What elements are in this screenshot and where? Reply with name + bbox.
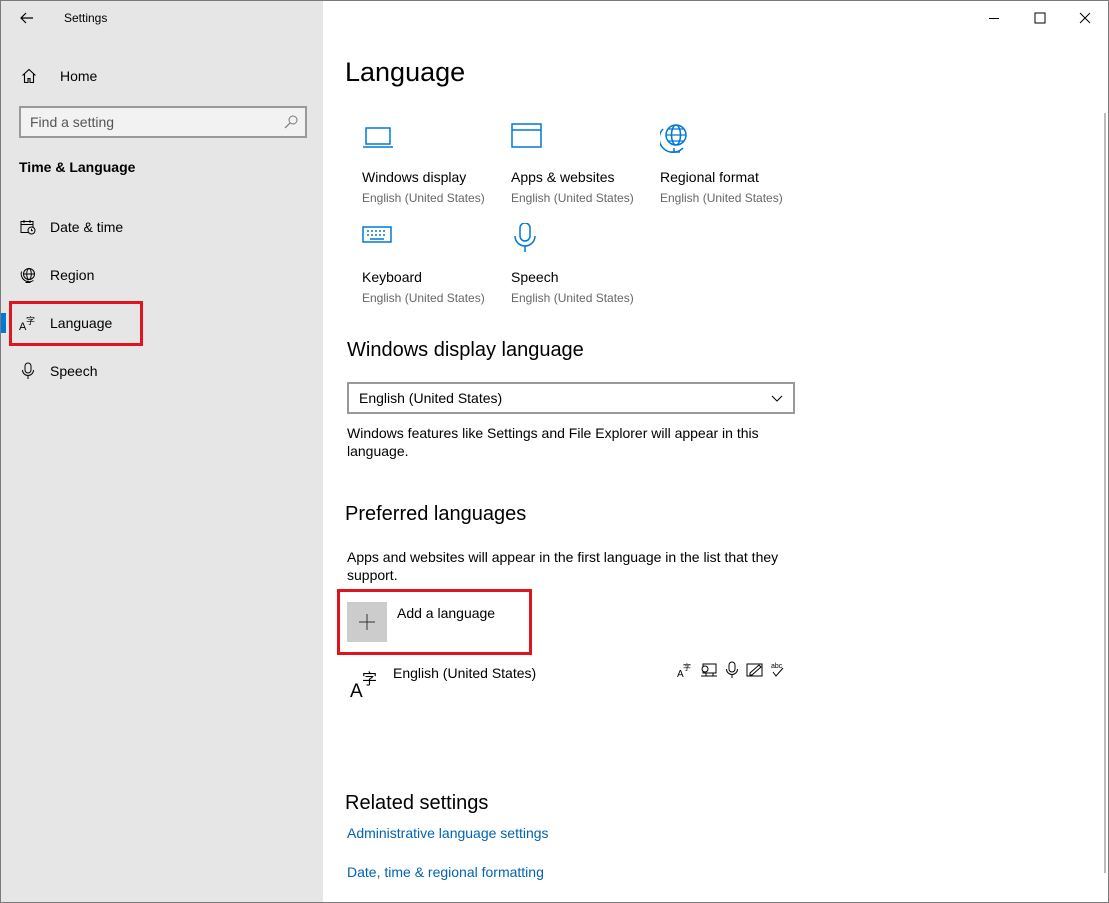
globe-icon	[660, 124, 687, 154]
chevron-down-icon	[771, 395, 783, 402]
sidebar-item-label: Region	[50, 267, 95, 283]
plus-icon	[347, 602, 387, 642]
active-indicator	[1, 313, 6, 333]
microphone-icon	[19, 362, 37, 380]
add-language-label: Add a language	[397, 605, 496, 621]
tile-subtitle: English (United States)	[511, 191, 634, 205]
title-bar: Settings	[1, 1, 323, 35]
tile-windows-display[interactable]: Windows display English (United States)	[362, 123, 502, 213]
section-title: Time & Language	[19, 159, 136, 175]
tile-regional-format[interactable]: Regional format English (United States)	[660, 123, 800, 213]
sidebar: Settings Home Time & Language Date & tim…	[1, 1, 323, 902]
calendar-clock-icon	[19, 218, 37, 236]
tile-apps-websites[interactable]: Apps & websites English (United States)	[511, 123, 651, 213]
language-icon: A 字	[350, 670, 377, 699]
sidebar-item-label: Speech	[50, 363, 98, 379]
tile-subtitle: English (United States)	[660, 191, 783, 205]
page-title: Language	[345, 57, 466, 87]
home-label: Home	[60, 68, 98, 84]
sidebar-item-speech[interactable]: Speech	[1, 351, 323, 391]
handwriting-icon	[746, 663, 763, 677]
dropdown-value: English (United States)	[359, 390, 503, 406]
globe-icon	[19, 266, 37, 284]
search-box[interactable]	[19, 106, 307, 138]
microphone-icon	[514, 223, 536, 252]
sidebar-item-label: Language	[50, 315, 113, 331]
back-button[interactable]	[11, 5, 43, 31]
svg-text:字: 字	[683, 662, 691, 672]
app-title: Settings	[64, 11, 108, 25]
tile-name: Apps & websites	[511, 169, 615, 185]
tile-subtitle: English (United States)	[511, 291, 634, 305]
sidebar-item-region[interactable]: Region	[1, 255, 323, 295]
speech-recognition-icon	[726, 661, 738, 678]
add-language-button[interactable]: Add a language	[347, 602, 527, 642]
keyboard-icon	[362, 226, 392, 243]
sidebar-item-date-time[interactable]: Date & time	[1, 207, 323, 247]
main-content: Language Windows display English (United…	[323, 1, 1108, 902]
tile-speech[interactable]: Speech English (United States)	[511, 223, 651, 313]
feature-glyph: abc	[771, 663, 783, 670]
preferred-languages-description: Apps and websites will appear in the fir…	[347, 549, 779, 583]
display-language-dropdown[interactable]: English (United States)	[347, 382, 795, 414]
admin-language-settings-link[interactable]: Administrative language settings	[347, 825, 549, 841]
scrollbar[interactable]	[1104, 113, 1106, 873]
tile-name: Windows display	[362, 169, 467, 185]
tile-subtitle: English (United States)	[362, 291, 485, 305]
home-icon	[19, 68, 39, 84]
search-input[interactable]	[30, 114, 280, 130]
preferred-languages-heading: Preferred languages	[345, 503, 527, 525]
svg-text:字: 字	[26, 315, 35, 327]
tile-keyboard[interactable]: Keyboard English (United States)	[362, 223, 502, 313]
language-list-item[interactable]: A 字 English (United States) A 字 abc	[345, 661, 795, 705]
window-icon	[511, 123, 542, 148]
tile-name: Speech	[511, 269, 559, 285]
language-name: English (United States)	[393, 665, 537, 681]
tile-subtitle: English (United States)	[362, 191, 485, 205]
text-to-speech-icon	[701, 663, 717, 677]
home-nav-item[interactable]: Home	[11, 61, 311, 91]
back-arrow-icon	[20, 12, 33, 24]
sidebar-item-language[interactable]: A字 Language	[1, 303, 323, 343]
spellcheck-icon: abc	[771, 663, 784, 677]
display-language-heading: Windows display language	[347, 339, 584, 361]
sidebar-item-label: Date & time	[50, 219, 124, 235]
monitor-icon	[363, 127, 393, 148]
display-language-description: Windows features like Settings and File …	[347, 425, 759, 459]
tile-name: Regional format	[660, 169, 759, 185]
date-time-regional-formatting-link[interactable]: Date, time & regional formatting	[347, 864, 544, 880]
tile-name: Keyboard	[362, 269, 422, 285]
display-language-icon: A 字	[677, 662, 691, 679]
search-icon[interactable]	[283, 114, 299, 135]
language-icon: A字	[19, 314, 37, 332]
related-settings-heading: Related settings	[345, 792, 489, 814]
settings-window: Settings Home Time & Language Date & tim…	[0, 0, 1109, 903]
svg-text:字: 字	[362, 670, 377, 688]
